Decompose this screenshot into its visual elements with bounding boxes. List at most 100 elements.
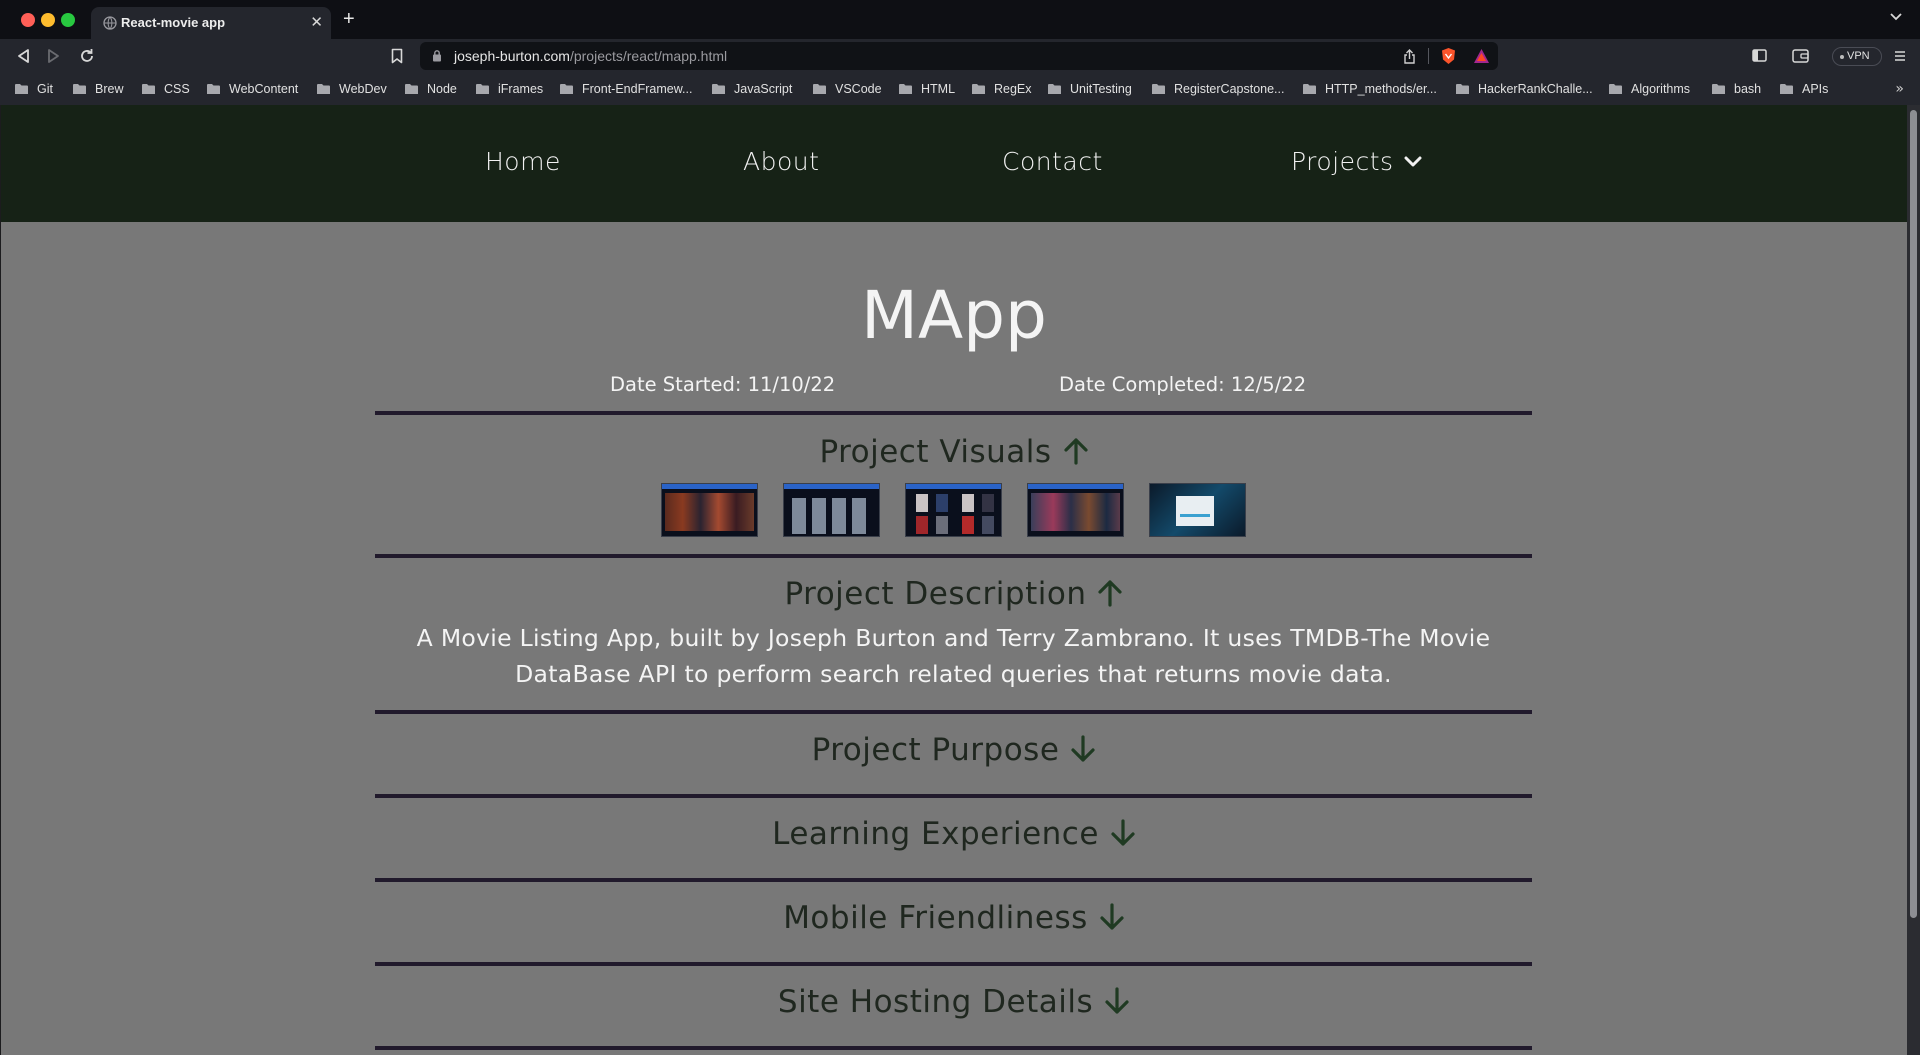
bookmark-folder[interactable]: APIs — [1779, 80, 1828, 98]
forward-icon[interactable] — [47, 48, 61, 64]
reload-icon[interactable] — [79, 48, 95, 64]
folder-icon — [207, 84, 220, 94]
brave-rewards-icon[interactable] — [1473, 48, 1490, 64]
project-description-toggle[interactable]: Project Description — [375, 576, 1532, 612]
section-title: Mobile Friendliness — [783, 900, 1088, 936]
section-divider — [375, 962, 1532, 966]
nav-projects-label: Projects — [1291, 147, 1394, 176]
minimize-window-button[interactable] — [41, 13, 55, 27]
bookmark-folder[interactable]: bash — [1711, 80, 1761, 98]
active-tab[interactable]: React-movie app ✕ — [91, 7, 331, 39]
bookmark-folder[interactable]: Algorithms — [1608, 80, 1690, 98]
section-title: Learning Experience — [772, 816, 1099, 852]
screenshot-thumbnail[interactable] — [783, 483, 880, 537]
folder-icon — [1609, 84, 1622, 94]
page-title: MApp — [861, 277, 1047, 354]
nav-projects-dropdown[interactable]: Projects — [1291, 147, 1422, 176]
screenshot-thumbnail[interactable] — [661, 483, 758, 537]
bookmark-label: HTML — [921, 82, 956, 96]
address-bar[interactable]: joseph-burton.com/projects/react/mapp.ht… — [420, 42, 1498, 70]
learning-experience-toggle[interactable]: Learning Experience — [375, 816, 1532, 852]
brave-shield-icon[interactable] — [1440, 47, 1457, 65]
page-scrollbar[interactable] — [1907, 105, 1920, 1055]
url-separator — [1428, 48, 1429, 64]
bookmark-label: Git — [37, 82, 53, 96]
bookmark-icon[interactable] — [391, 48, 403, 64]
folder-icon — [899, 84, 912, 94]
folder-icon — [712, 84, 725, 94]
bookmark-folder[interactable]: Brew — [72, 80, 123, 98]
screenshot-thumbnail[interactable] — [1027, 483, 1124, 537]
bookmark-folder[interactable]: HTML — [898, 80, 955, 98]
screenshot-thumbnail[interactable] — [1149, 483, 1246, 537]
vpn-button[interactable]: VPN — [1832, 47, 1882, 66]
folder-icon — [405, 84, 418, 94]
project-visuals-gallery — [661, 483, 1261, 537]
bookmark-label: HTTP_methods/er... — [1325, 82, 1437, 96]
folder-icon — [476, 84, 489, 94]
bookmark-label: Algorithms — [1631, 82, 1691, 96]
date-started: Date Started: 11/10/22 — [610, 373, 836, 396]
folder-icon — [1303, 84, 1316, 94]
folder-icon — [1152, 84, 1165, 94]
folder-icon — [813, 84, 826, 94]
new-tab-button[interactable]: + — [343, 8, 355, 31]
close-window-button[interactable] — [21, 13, 35, 27]
project-purpose-toggle[interactable]: Project Purpose — [375, 732, 1532, 768]
bookmark-label: VSCode — [835, 82, 882, 96]
browser-toolbar: joseph-burton.com/projects/react/mapp.ht… — [0, 39, 1920, 73]
bookmark-label: bash — [1734, 82, 1762, 96]
bookmark-folder[interactable]: CSS — [141, 80, 190, 98]
folder-icon — [1048, 84, 1061, 94]
bookmark-folder[interactable]: VSCode — [812, 80, 882, 98]
menu-icon[interactable] — [1894, 50, 1906, 62]
sidebar-icon[interactable] — [1752, 49, 1767, 62]
mobile-friendliness-toggle[interactable]: Mobile Friendliness — [375, 900, 1532, 936]
bookmark-folder[interactable]: Node — [404, 80, 457, 98]
wallet-icon[interactable] — [1792, 49, 1809, 63]
bookmark-folder[interactable]: JavaScript — [711, 80, 792, 98]
url-domain: joseph-burton.com — [454, 48, 570, 64]
bookmark-folder[interactable]: HTTP_methods/er... — [1302, 80, 1437, 98]
bookmark-label: UnitTesting — [1070, 82, 1132, 96]
project-description-text: A Movie Listing App, built by Joseph Bur… — [416, 624, 1491, 688]
back-icon[interactable] — [16, 48, 30, 64]
folder-icon — [142, 84, 155, 94]
bookmark-folder[interactable]: RegEx — [971, 80, 1032, 98]
bookmarks-overflow-button[interactable]: » — [1895, 81, 1904, 97]
chevron-down-icon — [1404, 156, 1422, 167]
tab-bar: React-movie app ✕ + — [0, 0, 1920, 39]
nav-home-link[interactable]: Home — [485, 147, 561, 176]
chevron-down-icon[interactable] — [1890, 13, 1902, 21]
lock-icon[interactable] — [432, 49, 442, 62]
page-content: Home About Contact Projects MApp Date St… — [1, 105, 1907, 1055]
vpn-status-dot — [1840, 55, 1844, 59]
maximize-window-button[interactable] — [61, 13, 75, 27]
site-hosting-details-toggle[interactable]: Site Hosting Details — [375, 984, 1532, 1020]
bookmark-folder[interactable]: Front-EndFramew... — [559, 80, 692, 98]
bookmark-label: RegisterCapstone... — [1174, 82, 1285, 96]
tab-title: React-movie app — [121, 15, 226, 30]
bookmark-folder[interactable]: iFrames — [475, 80, 543, 98]
nav-contact-link[interactable]: Contact — [1002, 147, 1103, 176]
screenshot-thumbnail[interactable] — [905, 483, 1002, 537]
bookmark-folder[interactable]: WebDev — [316, 80, 387, 98]
folder-icon — [1456, 84, 1469, 94]
bookmark-label: Front-EndFramew... — [582, 82, 693, 96]
bookmark-folder[interactable]: UnitTesting — [1047, 80, 1132, 98]
arrow-down-icon — [1071, 735, 1096, 762]
scrollbar-thumb[interactable] — [1910, 110, 1917, 918]
section-divider — [375, 554, 1532, 558]
bookmark-folder[interactable]: Git — [14, 80, 53, 98]
folder-icon — [15, 84, 28, 94]
arrow-down-icon — [1111, 819, 1135, 846]
close-tab-icon[interactable]: ✕ — [310, 13, 323, 31]
bookmark-label: RegEx — [994, 82, 1032, 96]
nav-about-link[interactable]: About — [743, 147, 819, 176]
bookmark-folder[interactable]: WebContent — [206, 80, 298, 98]
bookmark-folder[interactable]: HackerRankChalle... — [1455, 80, 1593, 98]
bookmark-folder[interactable]: RegisterCapstone... — [1151, 80, 1284, 98]
share-icon[interactable] — [1403, 49, 1416, 64]
project-visuals-toggle[interactable]: Project Visuals — [375, 434, 1532, 470]
vpn-label: VPN — [1847, 50, 1870, 62]
